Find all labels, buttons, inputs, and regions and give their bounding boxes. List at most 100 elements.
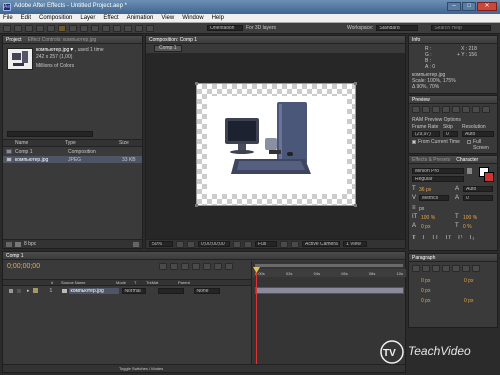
audio-icon[interactable] <box>462 106 470 113</box>
bpc-label[interactable]: 8 bpc <box>24 241 36 247</box>
project-item[interactable]: Comp 1 Composition <box>3 148 142 155</box>
justify-all-icon[interactable] <box>472 265 480 272</box>
snapshot-icon[interactable] <box>233 240 241 248</box>
timecode-display[interactable]: 0;00;00;00 <box>198 241 230 247</box>
puppet-tool-icon[interactable] <box>146 24 154 32</box>
live-update-icon[interactable] <box>170 263 178 270</box>
frame-rate-select[interactable]: (29,97) <box>412 131 440 137</box>
from-current-time-checkbox[interactable] <box>412 140 416 144</box>
faux-italic-button[interactable]: T <box>422 235 426 241</box>
hand-tool-icon[interactable] <box>14 24 22 32</box>
column-type[interactable]: Type <box>65 140 119 146</box>
timeline-layer-row[interactable]: ▸ 1 компьютер.jpg Normal None <box>3 287 251 294</box>
bounding-handle[interactable] <box>354 204 357 207</box>
kerning-select[interactable]: Metrics <box>419 195 449 201</box>
layer-audio-switch-icon[interactable] <box>17 288 21 293</box>
eraser-tool-icon[interactable] <box>124 24 132 32</box>
region-of-interest-icon[interactable] <box>280 240 288 248</box>
project-file-name[interactable]: компьютер.jpg▼ <box>36 47 74 53</box>
project-search-input[interactable] <box>7 131 93 137</box>
menu-file[interactable]: File <box>3 15 17 21</box>
eyedropper-icon[interactable] <box>467 168 472 174</box>
column-trkmat[interactable]: TrkMat <box>146 280 178 285</box>
column-mode[interactable]: Mode <box>116 280 134 285</box>
font-size-value[interactable]: 36 px <box>419 187 431 193</box>
all-caps-button[interactable]: TT <box>431 235 438 241</box>
first-line-indent-value[interactable]: 0 px <box>421 288 430 294</box>
comp-breadcrumb[interactable]: Comp 1 <box>154 45 182 52</box>
tab-preview[interactable]: Preview <box>412 97 430 103</box>
layer-name[interactable]: компьютер.jpg <box>68 287 119 294</box>
column-parent[interactable]: Parent <box>178 280 190 285</box>
align-center-icon[interactable] <box>422 265 430 272</box>
bounding-handle[interactable] <box>195 82 198 85</box>
next-frame-icon[interactable] <box>442 106 450 113</box>
layer-video-switch-icon[interactable] <box>9 288 13 293</box>
menu-effect[interactable]: Effect <box>99 15 122 21</box>
font-select[interactable]: Minion Pro <box>412 168 464 174</box>
first-frame-icon[interactable] <box>412 106 420 113</box>
menu-help[interactable]: Help <box>208 15 228 21</box>
tab-composition[interactable]: Composition: Comp 1 <box>149 37 197 43</box>
stroke-color-swatch[interactable] <box>484 172 494 182</box>
layer-duration-bar[interactable] <box>255 287 404 294</box>
column-source-name[interactable]: Source Name <box>61 280 116 285</box>
horizontal-scale-value[interactable]: 100 % <box>463 215 477 221</box>
resolution-select[interactable]: Full <box>255 241 277 247</box>
brush-tool-icon[interactable] <box>102 24 110 32</box>
mask-tool-icon[interactable] <box>69 24 77 32</box>
menu-window[interactable]: Window <box>178 15 207 21</box>
trash-icon[interactable] <box>133 241 139 247</box>
indent-left-value[interactable]: 0 px <box>421 278 430 284</box>
justify-left-icon[interactable] <box>442 265 450 272</box>
zoom-tool-icon[interactable] <box>25 24 33 32</box>
pen-tool-icon[interactable] <box>80 24 88 32</box>
search-help-input[interactable]: Search Help <box>431 25 492 31</box>
full-screen-checkbox[interactable] <box>467 140 471 144</box>
align-right-icon[interactable] <box>432 265 440 272</box>
work-area-bar[interactable] <box>255 264 403 267</box>
layer-expand-icon[interactable]: ▸ <box>27 288 30 294</box>
tab-character[interactable]: Character <box>456 157 478 163</box>
superscript-button[interactable]: T¹ <box>457 235 463 241</box>
new-folder-icon[interactable] <box>15 241 21 247</box>
safe-zones-icon[interactable] <box>176 240 184 248</box>
menu-view[interactable]: View <box>157 15 178 21</box>
space-before-value[interactable]: 0 px <box>421 298 430 304</box>
computer-image[interactable] <box>207 96 347 194</box>
font-style-select[interactable]: Regular <box>412 176 464 182</box>
draft-3d-icon[interactable] <box>181 263 189 270</box>
loop-icon[interactable] <box>472 106 480 113</box>
skip-select[interactable]: 0 <box>443 131 458 137</box>
justify-center-icon[interactable] <box>452 265 460 272</box>
time-ruler[interactable]: 0:00s 02s 04s 06s 08s 10s <box>252 269 406 277</box>
grid-icon[interactable] <box>187 240 195 248</box>
roto-tool-icon[interactable] <box>135 24 143 32</box>
view-axis-mode[interactable]: Orientation <box>207 25 243 31</box>
baseline-shift-value[interactable]: 0 px <box>421 224 430 230</box>
graph-editor-icon[interactable] <box>225 263 233 270</box>
tsume-value[interactable]: 0 % <box>463 224 472 230</box>
layer-mode-select[interactable]: Normal <box>121 287 146 294</box>
ram-preview-options[interactable]: RAM Preview Options <box>412 117 461 123</box>
indent-right-value[interactable]: 0 px <box>464 278 473 284</box>
tracking-field[interactable]: 0 <box>463 195 493 201</box>
minimize-button[interactable]: – <box>447 2 461 11</box>
column-name[interactable]: Name <box>3 140 65 146</box>
frame-blending-icon[interactable] <box>203 263 211 270</box>
interpret-footage-icon[interactable] <box>6 241 12 247</box>
close-button[interactable]: ✕ <box>477 2 497 11</box>
menu-composition[interactable]: Composition <box>35 15 76 21</box>
tab-project[interactable]: Project <box>6 37 22 43</box>
tab-timeline-comp[interactable]: Comp 1 <box>6 253 24 259</box>
vertical-scale-value[interactable]: 100 % <box>421 215 435 221</box>
selection-tool-icon[interactable] <box>3 24 11 32</box>
camera-tool-icon[interactable] <box>47 24 55 32</box>
tab-paragraph[interactable]: Paragraph <box>412 255 435 261</box>
tab-effect-controls[interactable]: Effect Controls: компьютер.jpg <box>28 37 97 43</box>
hide-shy-layers-icon[interactable] <box>192 263 200 270</box>
tab-effects-presets[interactable]: Effects & Presets <box>412 157 450 163</box>
color-channel-icon[interactable] <box>244 240 252 248</box>
tab-info[interactable]: Info <box>412 37 420 43</box>
space-after-value[interactable]: 0 px <box>464 298 473 304</box>
